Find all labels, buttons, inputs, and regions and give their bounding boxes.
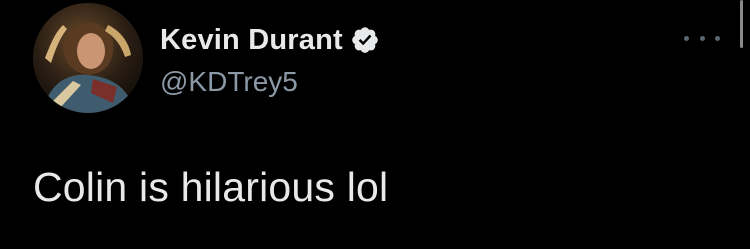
avatar-image	[33, 3, 143, 113]
more-options-icon[interactable]	[684, 30, 720, 46]
author-display-name[interactable]: Kevin Durant	[160, 24, 343, 57]
more-dot	[699, 35, 705, 41]
scrollbar[interactable]	[740, 0, 743, 48]
author-avatar[interactable]	[33, 3, 143, 113]
more-dot	[684, 35, 689, 41]
verified-badge-icon	[350, 25, 380, 55]
more-dot	[715, 35, 720, 41]
tweet-text: Colin is hilarious lol	[33, 164, 389, 210]
author-handle[interactable]: @KDTrey5	[160, 66, 298, 98]
author-name-row: Kevin Durant	[160, 20, 380, 60]
tweet-card: Kevin Durant @KDTrey5 Colin is hilarious…	[0, 0, 750, 249]
